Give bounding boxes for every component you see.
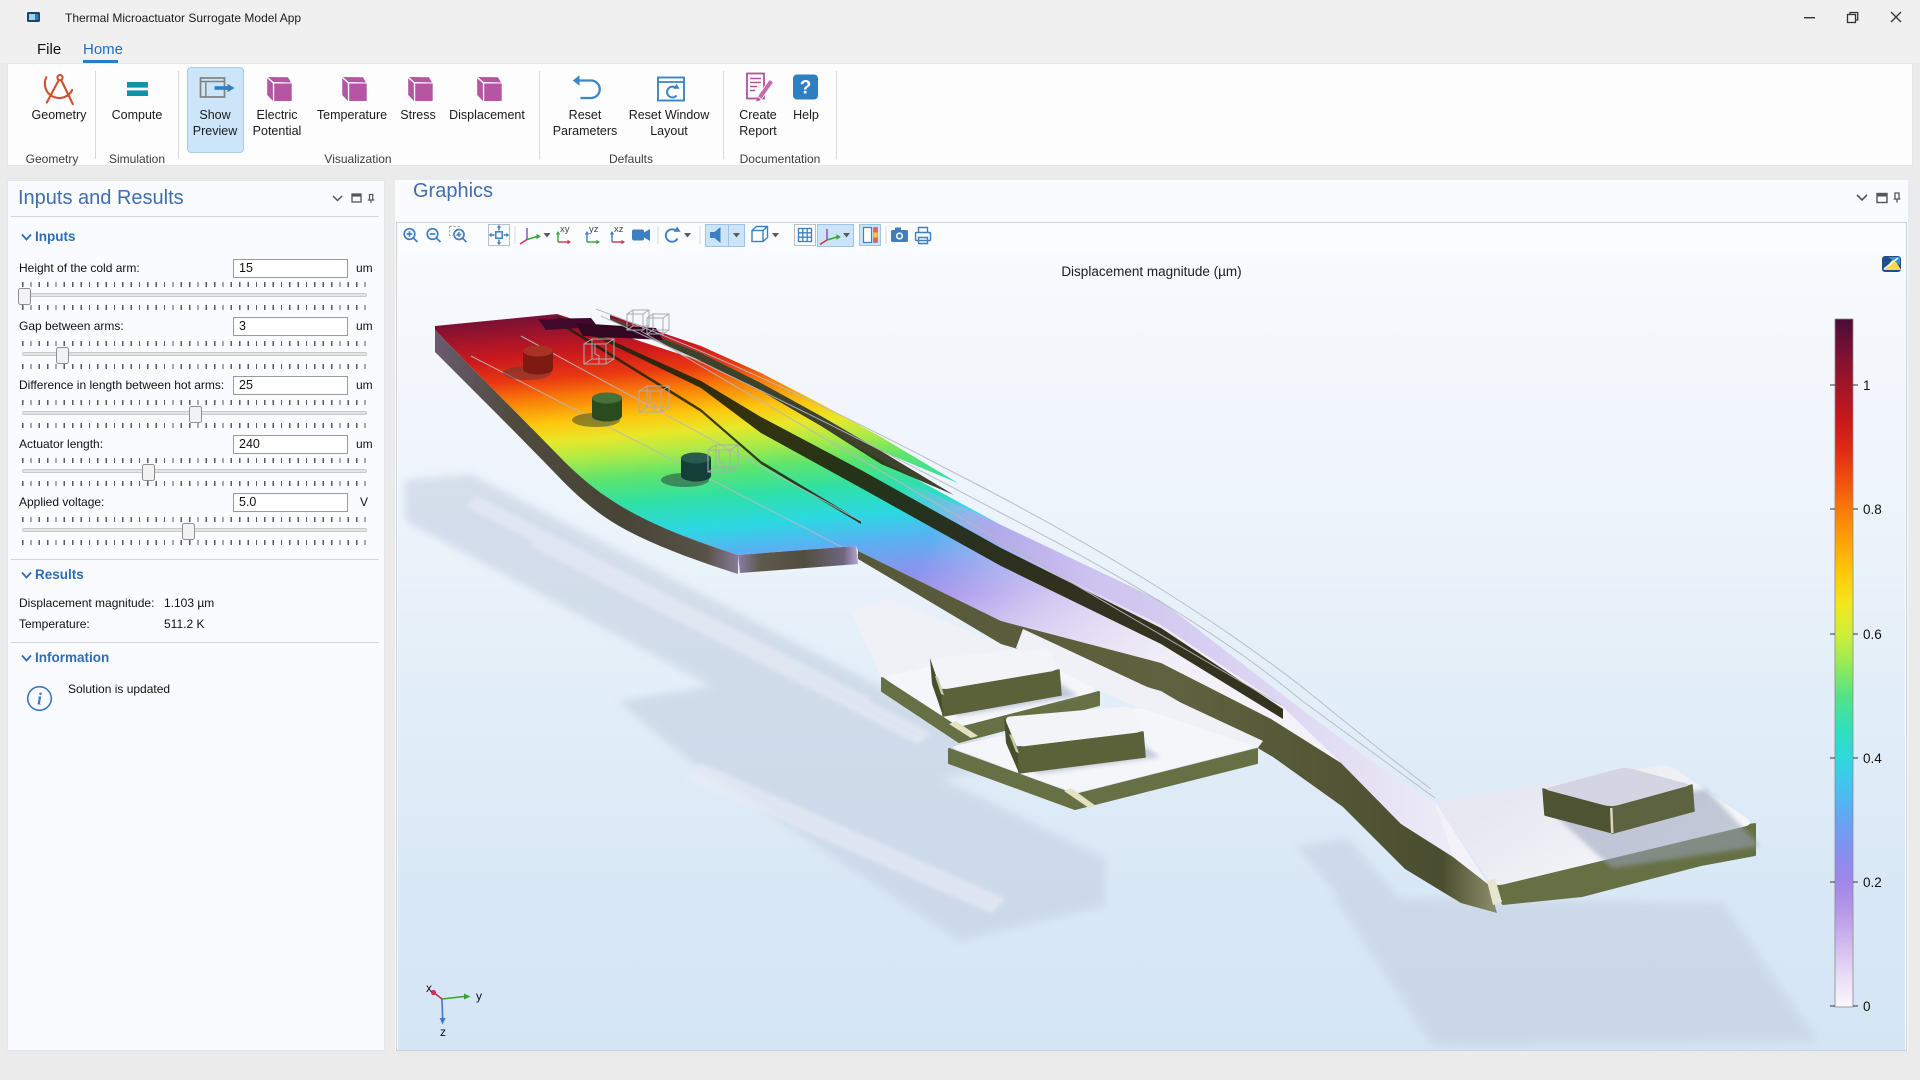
svg-text:i: i bbox=[37, 690, 42, 709]
svg-text:y: y bbox=[476, 989, 482, 1003]
svg-text:0.8: 0.8 bbox=[1863, 502, 1882, 517]
svg-text:yz: yz bbox=[589, 224, 599, 235]
svg-text:xz: xz bbox=[614, 224, 624, 235]
svg-text:x: x bbox=[426, 981, 432, 995]
svg-text:0.6: 0.6 bbox=[1863, 627, 1882, 642]
svg-text:1: 1 bbox=[1863, 378, 1871, 393]
svg-text:xy: xy bbox=[560, 224, 570, 235]
svg-text:0.4: 0.4 bbox=[1863, 751, 1882, 766]
svg-text:z: z bbox=[440, 1025, 446, 1039]
svg-text:0: 0 bbox=[1863, 999, 1871, 1014]
svg-text:?: ? bbox=[800, 78, 812, 99]
svg-text:0.2: 0.2 bbox=[1863, 875, 1882, 890]
